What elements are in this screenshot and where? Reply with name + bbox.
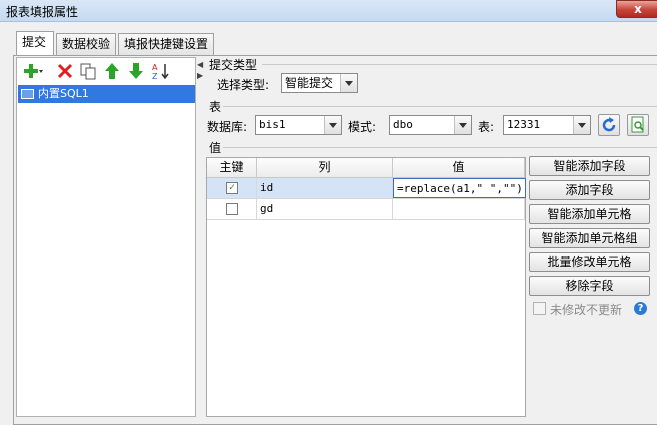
add-dropdown-icon[interactable] xyxy=(23,62,43,80)
table-row[interactable]: ✓ id =replace(a1," ","") xyxy=(207,178,526,199)
tab-label: 数据校验 xyxy=(62,37,111,51)
tab-shortcut-settings[interactable]: 填报快捷键设置 xyxy=(118,33,214,55)
database-label: 数据库: xyxy=(207,120,248,134)
submit-type-select[interactable]: 智能提交 xyxy=(281,73,358,93)
value-cell[interactable] xyxy=(393,199,525,219)
group-divider xyxy=(262,64,657,65)
no-update-unchanged-checkbox[interactable] xyxy=(533,302,546,315)
pane-splitter[interactable]: ◀ ▶ xyxy=(197,57,203,417)
mode-label: 模式: xyxy=(348,120,377,134)
column-cell[interactable]: gd xyxy=(257,199,393,219)
select-value: bis1 xyxy=(259,118,286,131)
remove-field-button[interactable]: 移除字段 xyxy=(529,276,650,296)
close-button[interactable]: x xyxy=(616,0,657,18)
column-header-value[interactable]: 值 xyxy=(393,158,525,178)
expand-arrow-icon[interactable]: ▶ xyxy=(197,71,203,80)
sql-list-pane: AZ 内置SQL1 xyxy=(16,57,196,417)
value-cell-input[interactable]: =replace(a1," ","") xyxy=(393,178,526,198)
collapse-arrow-icon[interactable]: ◀ xyxy=(197,60,203,69)
smart-add-cell-group-button[interactable]: 智能添加单元格组 xyxy=(529,228,650,248)
window-title: 报表填报属性 xyxy=(6,5,79,19)
mode-select[interactable]: dbo xyxy=(389,115,472,135)
move-up-icon[interactable] xyxy=(103,62,121,80)
field-table: 主键 列 值 ✓ id =replace(a1," ","") gd xyxy=(206,157,526,417)
database-table-icon xyxy=(21,89,34,99)
sort-icon[interactable]: AZ xyxy=(151,62,169,81)
select-value: dbo xyxy=(393,118,413,131)
svg-text:Z: Z xyxy=(152,72,158,80)
chevron-down-icon[interactable] xyxy=(340,74,357,92)
submit-type-label: 选择类型: xyxy=(217,78,270,92)
value-group-label: 值 xyxy=(207,139,224,156)
database-select[interactable]: bis1 xyxy=(255,115,342,135)
submit-type-group-label: 提交类型 xyxy=(207,56,260,73)
refresh-icon xyxy=(602,117,616,132)
move-down-icon[interactable] xyxy=(127,62,145,80)
delete-icon[interactable] xyxy=(56,62,74,80)
select-value: 智能提交 xyxy=(285,76,334,90)
chevron-down-icon[interactable] xyxy=(324,116,341,134)
preview-table-button[interactable] xyxy=(627,114,649,136)
svg-text:A: A xyxy=(152,63,158,72)
close-icon: x xyxy=(634,2,642,16)
list-item-label: 内置SQL1 xyxy=(38,87,89,100)
smart-add-field-button[interactable]: 智能添加字段 xyxy=(529,156,650,176)
table-row[interactable]: gd xyxy=(207,199,525,220)
tab-label: 填报快捷键设置 xyxy=(124,37,209,51)
batch-modify-cell-button[interactable]: 批量修改单元格 xyxy=(529,252,650,272)
column-header-column[interactable]: 列 xyxy=(257,158,393,178)
sql-toolbar: AZ xyxy=(21,60,191,82)
key-checkbox[interactable] xyxy=(226,203,238,215)
select-value: 12331 xyxy=(507,118,541,131)
no-update-unchanged-label: 未修改不更新 xyxy=(550,303,623,317)
chevron-down-icon[interactable] xyxy=(454,116,471,134)
search-document-icon xyxy=(631,116,644,133)
column-cell[interactable]: id xyxy=(257,178,393,198)
group-divider xyxy=(222,147,657,148)
table-select[interactable]: 12331 xyxy=(503,115,591,135)
table-group-label: 表 xyxy=(207,98,224,115)
key-cell xyxy=(207,199,257,219)
group-divider xyxy=(222,106,657,107)
column-header-key[interactable]: 主键 xyxy=(207,158,257,178)
chevron-down-icon[interactable] xyxy=(573,116,590,134)
help-icon[interactable]: ? xyxy=(634,302,647,315)
refresh-button[interactable] xyxy=(598,114,620,136)
key-checkbox[interactable]: ✓ xyxy=(226,182,238,194)
add-field-button[interactable]: 添加字段 xyxy=(529,180,650,200)
title-bar: 报表填报属性 x xyxy=(0,0,657,22)
smart-add-cell-button[interactable]: 智能添加单元格 xyxy=(529,204,650,224)
key-cell: ✓ xyxy=(207,178,257,198)
table-label: 表: xyxy=(478,120,495,134)
tab-label: 提交 xyxy=(22,35,47,49)
list-item-sql[interactable]: 内置SQL1 xyxy=(18,85,195,103)
copy-icon[interactable] xyxy=(79,62,97,80)
tab-submit[interactable]: 提交 xyxy=(16,31,54,56)
tab-data-validation[interactable]: 数据校验 xyxy=(56,33,116,55)
